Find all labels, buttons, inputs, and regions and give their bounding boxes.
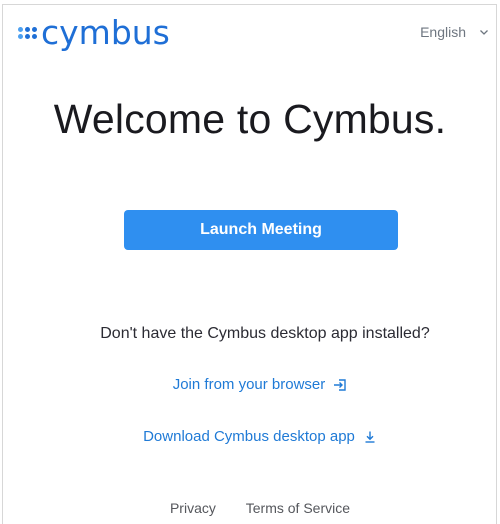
terms-of-service-link[interactable]: Terms of Service — [246, 500, 350, 516]
logo-text: cymbus — [41, 12, 170, 52]
download-icon — [365, 431, 375, 443]
download-desktop-app-link[interactable]: Download Cymbus desktop app — [0, 428, 500, 445]
cymbus-logo[interactable]: cymbus — [18, 12, 170, 52]
footer: Privacy Terms of Service — [0, 500, 500, 516]
enter-icon — [334, 378, 346, 391]
chevron-down-icon — [480, 30, 488, 35]
logo-dots-icon — [18, 27, 37, 39]
page-title: Welcome to Cymbus. — [53, 96, 447, 142]
install-prompt: Don't have the Cymbus desktop app instal… — [100, 325, 430, 342]
join-link-label: Join from your browser — [172, 376, 326, 393]
language-selector[interactable]: English — [420, 24, 490, 40]
launch-meeting-button[interactable]: Launch Meeting — [124, 210, 398, 250]
privacy-link[interactable]: Privacy — [170, 500, 216, 516]
language-label: English — [420, 24, 466, 40]
page-frame — [2, 4, 497, 524]
download-link-label: Download Cymbus desktop app — [143, 428, 355, 445]
join-from-browser-link[interactable]: Join from your browser — [0, 376, 500, 393]
